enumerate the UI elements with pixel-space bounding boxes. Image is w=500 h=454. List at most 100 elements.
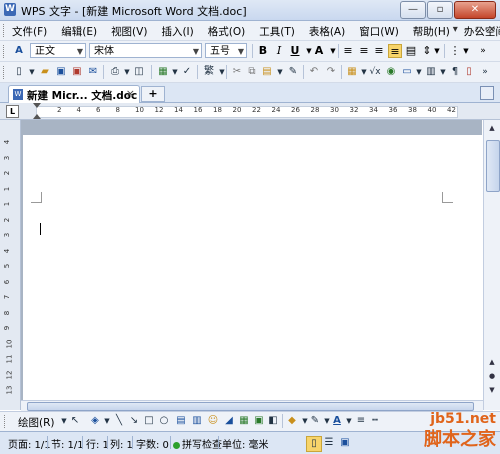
select-browse-object-icon[interactable]: ● xyxy=(486,370,498,382)
web-view-icon[interactable]: ▣ xyxy=(338,436,352,450)
style-dropdown[interactable]: 正文 ▼ xyxy=(30,43,86,58)
wordart-icon[interactable]: ◢ xyxy=(222,414,236,428)
align-center-icon[interactable]: ≡ xyxy=(357,44,371,58)
paste-icon[interactable]: ▤ xyxy=(260,65,274,79)
previous-page-icon[interactable]: ▲ xyxy=(486,356,498,368)
first-line-indent-marker[interactable] xyxy=(33,103,41,108)
ellipse-icon[interactable]: ○ xyxy=(157,414,171,428)
chevron-down-icon[interactable]: ▼ xyxy=(25,65,39,79)
chevron-down-icon[interactable]: ▼ xyxy=(273,65,287,79)
outline-view-icon[interactable]: ☰ xyxy=(322,436,336,450)
redo-icon[interactable]: ↷ xyxy=(324,65,338,79)
document-tab-label: 新建 Micr... 文档.doc xyxy=(27,90,138,102)
menu-item[interactable]: 工具(T) xyxy=(259,24,295,39)
cut-icon[interactable]: ✂ xyxy=(230,65,244,79)
toolbar-grip[interactable] xyxy=(3,24,7,37)
document-window-control[interactable]: – xyxy=(464,24,469,35)
new-tab-button[interactable]: + xyxy=(141,86,165,102)
vertical-scrollbar[interactable]: ▲ ▲ ● ▼ xyxy=(483,120,500,410)
select-arrow-icon[interactable]: ↖ xyxy=(68,414,82,428)
menu-item[interactable]: 视图(V) xyxy=(111,24,147,39)
undo-icon[interactable]: ↶ xyxy=(307,65,321,79)
close-button[interactable]: ✕ xyxy=(454,1,496,19)
document-tab[interactable]: W 新建 Micr... 文档.doc × xyxy=(8,85,140,103)
arrow-icon[interactable]: ↘ xyxy=(127,414,141,428)
distributed-align-icon[interactable]: ▤ xyxy=(404,44,418,58)
line-icon[interactable]: ╲ xyxy=(112,414,126,428)
horizontal-scrollbar[interactable] xyxy=(21,400,483,411)
restore-tabs-icon[interactable] xyxy=(480,86,494,100)
font-color-button[interactable]: A xyxy=(312,44,326,58)
mail-icon[interactable]: ✉ xyxy=(86,65,100,79)
horizontal-ruler[interactable]: L 2 4 6 8 10 12 14 16 18 20 22 24 26 28 30 32 34 36 38 40 42 xyxy=(0,103,500,120)
toolbar-grip[interactable] xyxy=(4,415,8,428)
insert-picture-icon[interactable]: ▣ xyxy=(252,414,266,428)
line-style-icon[interactable]: ≡ xyxy=(354,414,368,428)
toolbar-options-icon[interactable]: » xyxy=(478,65,492,79)
scroll-up-icon[interactable]: ▲ xyxy=(486,122,498,134)
font-size-dropdown[interactable]: 五号 ▼ xyxy=(205,43,247,58)
font-dropdown[interactable]: 宋体 ▼ xyxy=(89,43,202,58)
document-window-control[interactable]: ▾ xyxy=(453,24,458,35)
vertical-ruler[interactable]: 4 3 2 1 1 2 3 4 5 6 7 8 9 10 11 12 13 xyxy=(0,120,21,410)
align-left-icon[interactable]: ≡ xyxy=(341,44,355,58)
close-tab-icon[interactable]: × xyxy=(126,87,135,100)
tab-stop-selector[interactable]: L xyxy=(6,105,19,118)
spell-check-icon[interactable]: ✓ xyxy=(180,65,194,79)
menu-item[interactable]: 格式(O) xyxy=(208,24,245,39)
pdf-export-icon[interactable]: ▣ xyxy=(70,65,84,79)
copy-icon[interactable]: ⧉ xyxy=(245,65,259,79)
open-folder-icon[interactable]: ▰ xyxy=(38,65,52,79)
bold-button[interactable]: B xyxy=(256,44,270,58)
chevron-down-icon[interactable]: ▼ xyxy=(430,44,444,58)
dash-style-icon[interactable]: ┅ xyxy=(368,414,382,428)
save-icon[interactable]: ▣ xyxy=(54,65,68,79)
menu-item[interactable]: 编辑(E) xyxy=(61,24,97,39)
scrollbar-thumb[interactable] xyxy=(27,402,474,411)
spell-check-toggle[interactable]: 拼写检查 xyxy=(173,436,222,451)
toolbar-options-icon[interactable]: » xyxy=(476,44,490,58)
diagram-icon[interactable]: ▦ xyxy=(237,414,251,428)
formula-icon[interactable]: √x xyxy=(368,65,382,79)
page-view-icon[interactable]: ▯ xyxy=(306,436,322,452)
ruler-number: 10 xyxy=(135,106,144,114)
maximize-button[interactable]: ▫ xyxy=(427,1,453,19)
align-right-icon[interactable]: ≡ xyxy=(372,44,386,58)
style-icon[interactable]: A xyxy=(12,44,26,58)
document-map-icon[interactable]: ▯ xyxy=(462,65,476,79)
window-title: WPS 文字 - [新建 Microsoft Word 文档.doc] xyxy=(21,5,247,18)
chevron-down-icon[interactable]: ▼ xyxy=(459,44,473,58)
menu-item[interactable]: 插入(I) xyxy=(161,24,193,39)
show-marks-icon[interactable]: ¶ xyxy=(448,65,462,79)
clip-art-icon[interactable]: ☺ xyxy=(206,414,220,428)
scrollbar-thumb[interactable] xyxy=(486,140,500,192)
new-document-icon[interactable]: ▯ xyxy=(12,65,26,79)
unit-indicator[interactable]: 单位: 毫米 xyxy=(222,436,269,451)
toolbar-grip[interactable] xyxy=(3,66,7,79)
menu-item[interactable]: 窗口(W) xyxy=(359,24,399,39)
minimize-button[interactable]: — xyxy=(400,1,426,19)
text-box-icon[interactable]: ▤ xyxy=(174,414,188,428)
underline-button[interactable]: U xyxy=(288,44,302,58)
draw-menu-button[interactable]: 绘图(R) xyxy=(18,415,55,430)
hyperlink-icon[interactable]: ◉ xyxy=(384,65,398,79)
format-painter-icon[interactable]: ✎ xyxy=(286,65,300,79)
document-window-control[interactable]: × xyxy=(488,24,496,35)
word-count[interactable]: 字数: 0 xyxy=(136,436,169,451)
vertical-text-box-icon[interactable]: ▥ xyxy=(190,414,204,428)
menu-item[interactable]: 表格(A) xyxy=(309,24,345,39)
menu-item[interactable]: 文件(F) xyxy=(12,24,47,39)
shadow-icon[interactable]: ◧ xyxy=(266,414,280,428)
italic-button[interactable]: I xyxy=(272,44,286,58)
document-page[interactable] xyxy=(23,135,482,410)
traditional-chinese-icon[interactable]: 繁 xyxy=(202,65,216,79)
print-preview-icon[interactable]: ◫ xyxy=(132,65,146,79)
toolbar-grip[interactable] xyxy=(3,45,7,58)
justify-icon[interactable]: ≡ xyxy=(388,44,402,58)
menu-item[interactable]: 帮助(H) xyxy=(413,24,450,39)
document-window-control[interactable]: ▫ xyxy=(475,24,482,35)
hanging-indent-marker[interactable] xyxy=(33,114,41,119)
fill-color-icon[interactable]: ◆ xyxy=(285,414,299,428)
rectangle-icon[interactable]: □ xyxy=(142,414,156,428)
next-page-icon[interactable]: ▼ xyxy=(486,384,498,396)
